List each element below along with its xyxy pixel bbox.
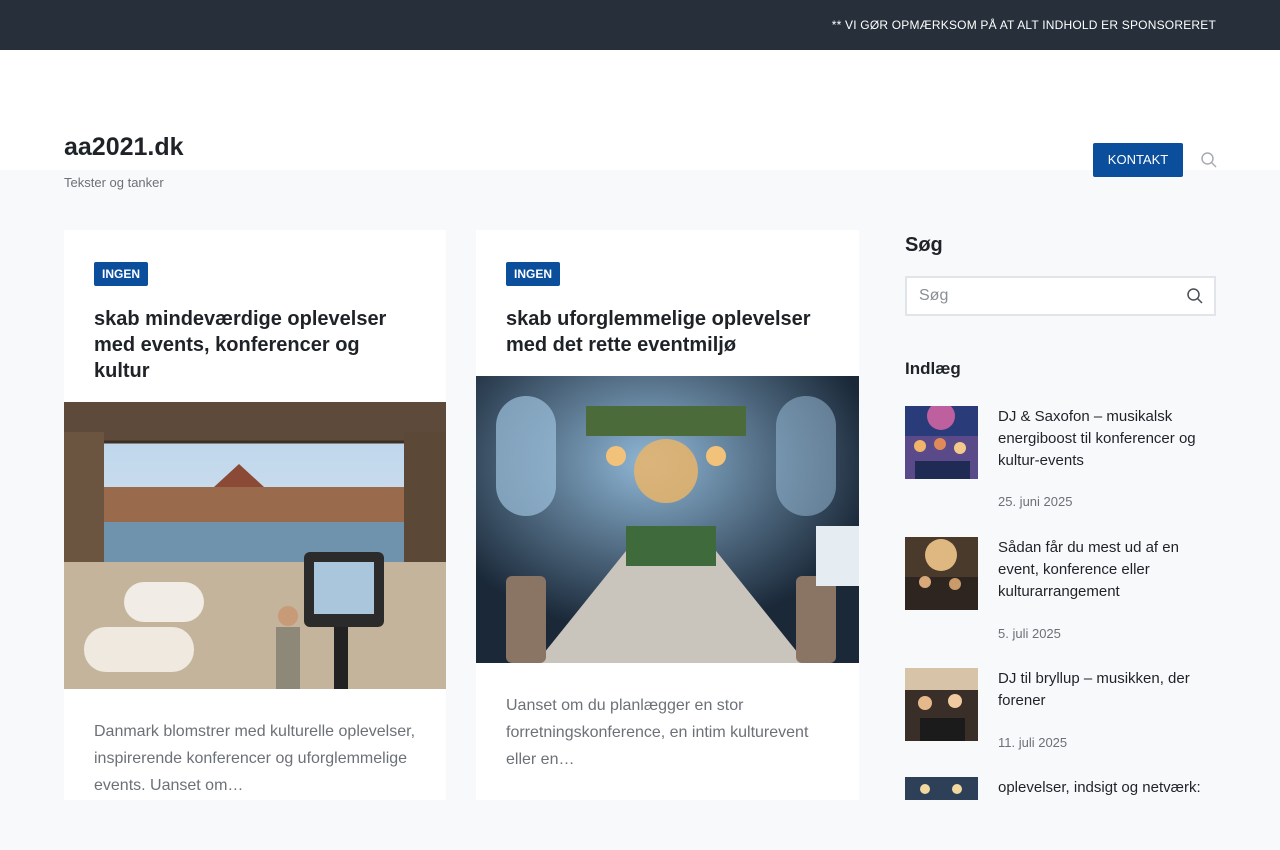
- search-icon[interactable]: [1186, 287, 1204, 305]
- stage-thumb[interactable]: [905, 777, 978, 850]
- post-card: INGEN skab uforglemmelige oplevelser med…: [476, 230, 859, 800]
- site-tagline: Tekster og tanker: [64, 175, 164, 190]
- category-badge[interactable]: INGEN: [94, 262, 149, 286]
- recent-post-date: 5. juli 2025: [998, 626, 1061, 641]
- wedding-dj-thumb[interactable]: [905, 668, 978, 741]
- contact-button[interactable]: KONTAKT: [1093, 143, 1183, 177]
- conference-thumb[interactable]: [905, 537, 978, 610]
- category-badge[interactable]: INGEN: [506, 262, 561, 286]
- search-form: [905, 276, 1216, 316]
- site-header: aa2021.dk Tekster og tanker KONTAKT: [0, 50, 1280, 190]
- search-input[interactable]: [919, 278, 1169, 314]
- post-title-link[interactable]: skab uforglemmelige oplevelser med det r…: [506, 306, 828, 358]
- recent-post-link[interactable]: DJ til bryllup – musikken, der forener: [998, 668, 1216, 712]
- post-card: INGEN skab mindeværdige oplevelser med e…: [64, 230, 446, 800]
- top-notice-bar: ** VI GØR OPMÆRKSOM PÅ AT ALT INDHOLD ER…: [0, 0, 1280, 50]
- recent-post-date: 25. juni 2025: [998, 494, 1073, 509]
- recent-post-link[interactable]: Sådan får du mest ud af en event, konfer…: [998, 537, 1216, 603]
- search-icon[interactable]: [1200, 151, 1218, 169]
- recent-posts-title: Indlæg: [905, 359, 961, 378]
- recent-post-date: 11. juli 2025: [998, 735, 1068, 750]
- recent-post-link[interactable]: oplevelser, indsigt og netværk:: [998, 777, 1216, 799]
- sponsored-notice: ** VI GØR OPMÆRKSOM PÅ AT ALT INDHOLD ER…: [831, 18, 1216, 32]
- recent-post-link[interactable]: DJ & Saxofon – musikalsk energiboost til…: [998, 406, 1216, 472]
- banquet-hall-image[interactable]: [476, 376, 859, 663]
- site-title-link[interactable]: aa2021.dk: [64, 133, 184, 162]
- dance-party-thumb[interactable]: [905, 402, 978, 479]
- post-title-link[interactable]: skab mindeværdige oplevelser med events,…: [94, 306, 416, 384]
- outdoor-event-lakeside-image[interactable]: [64, 402, 446, 689]
- post-excerpt: Uanset om du planlægger en stor forretni…: [506, 697, 809, 768]
- search-widget-title: Søg: [905, 234, 943, 256]
- post-excerpt: Danmark blomstrer med kulturelle oplevel…: [94, 723, 416, 794]
